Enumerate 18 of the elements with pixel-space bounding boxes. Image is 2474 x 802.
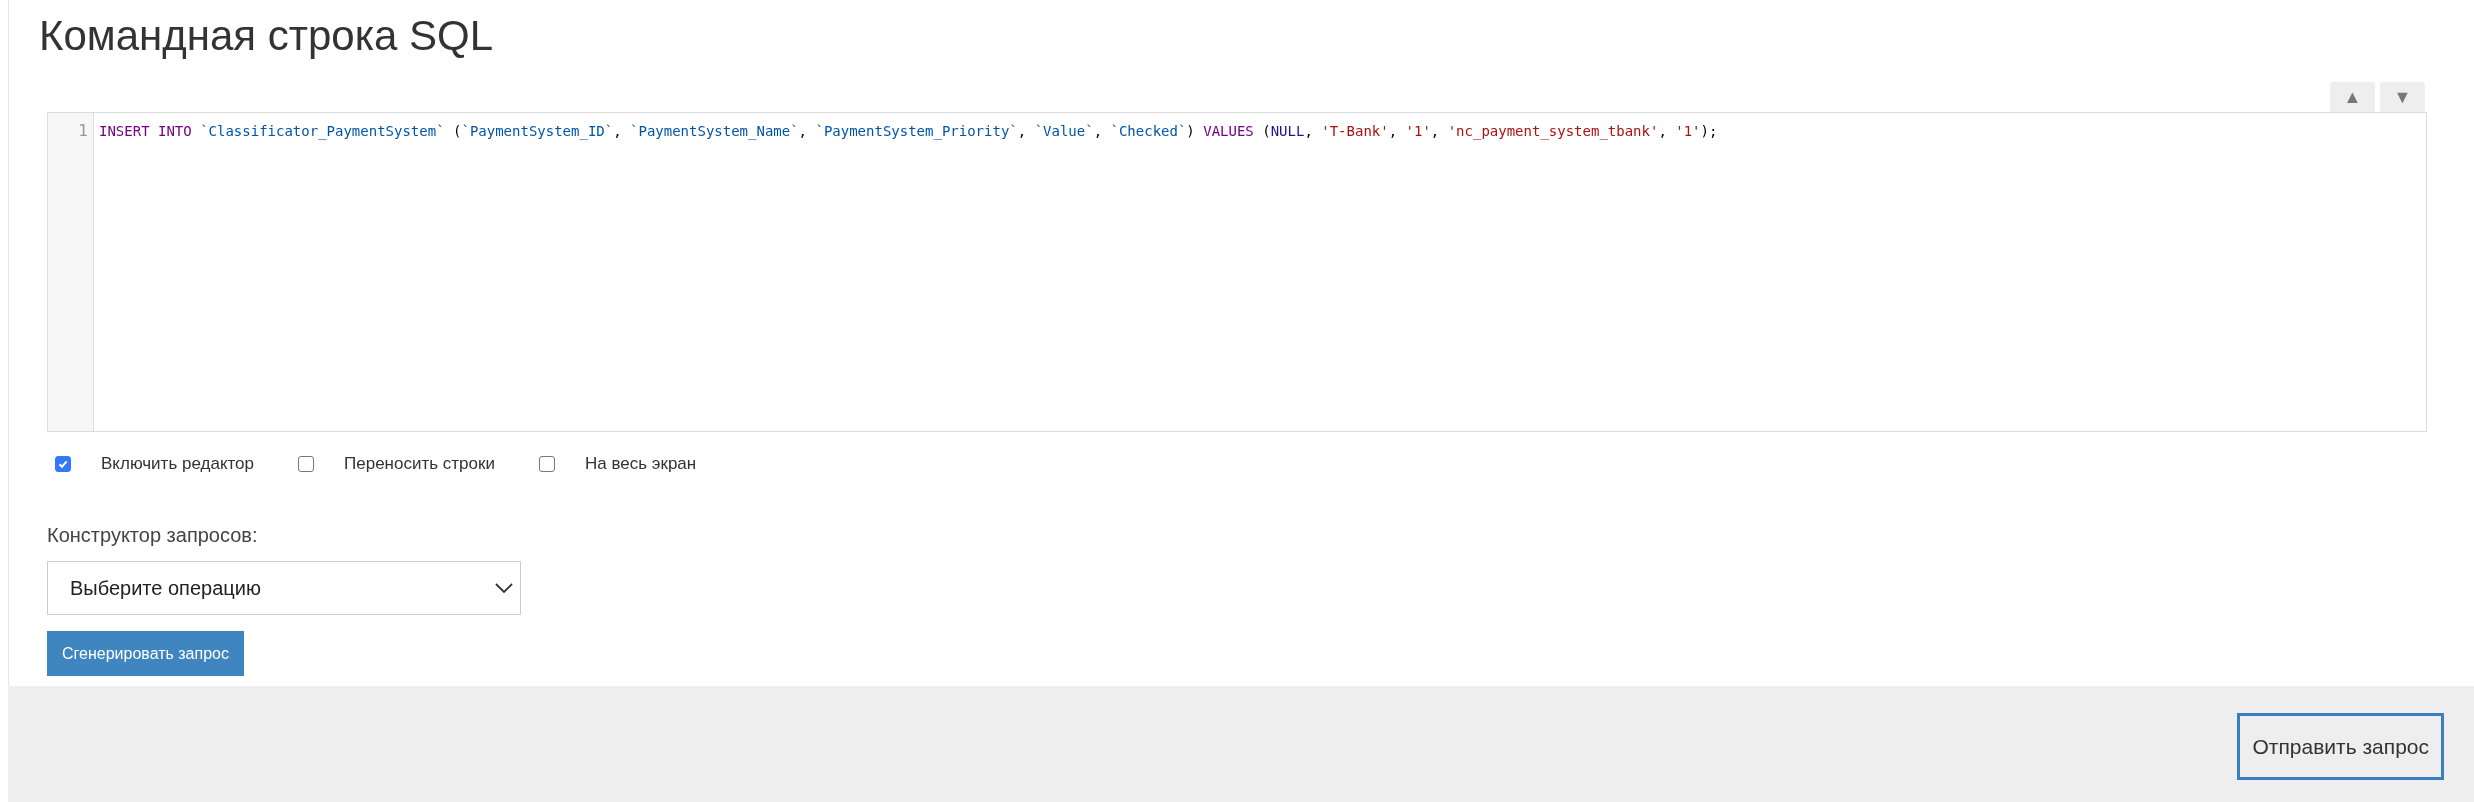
- checkbox-label: На весь экран: [584, 454, 697, 474]
- checkbox-label: Включить редактор: [101, 454, 255, 474]
- line-number: 1: [77, 120, 89, 142]
- generate-query-button[interactable]: Сгенерировать запрос: [47, 631, 244, 676]
- code-editor[interactable]: 1 INSERT INTO `Classificator_PaymentSystem` (`PaymentSystem_ID`, `PaymentSystem_Name`, `PaymentSystem_Priority`, `Value`, `Checked`) VALUES (NULL, 'T-Bank', '1', 'nc_payment_system_tbank', '1');: [47, 112, 2427, 432]
- code-line: INSERT INTO `Classificator_PaymentSystem` (`PaymentSystem_ID`, `PaymentSystem_Name`, `PaymentSystem_Priority`, `Value`, `Checked`) VALUES (NULL, 'T-Bank', '1', 'nc_payment_system_tbank', '1');: [99, 122, 1718, 142]
- checkbox[interactable]: [298, 456, 315, 472]
- scroll-button[interactable]: ▼: [2380, 82, 2425, 112]
- checkbox[interactable]: [55, 456, 71, 472]
- chevron-down-icon: [495, 583, 513, 593]
- check-icon: [57, 458, 69, 470]
- checkbox-label: Переносить строки: [344, 454, 495, 474]
- page-title: Командная строка SQL: [39, 12, 494, 60]
- query-builder-label: Конструктор запросов:: [47, 524, 258, 547]
- checkbox[interactable]: [538, 456, 555, 472]
- submit-query-button[interactable]: Отправить запрос: [2237, 713, 2444, 780]
- operation-select[interactable]: Выберите операцию: [47, 561, 521, 615]
- scroll-button[interactable]: ▲: [2330, 82, 2375, 112]
